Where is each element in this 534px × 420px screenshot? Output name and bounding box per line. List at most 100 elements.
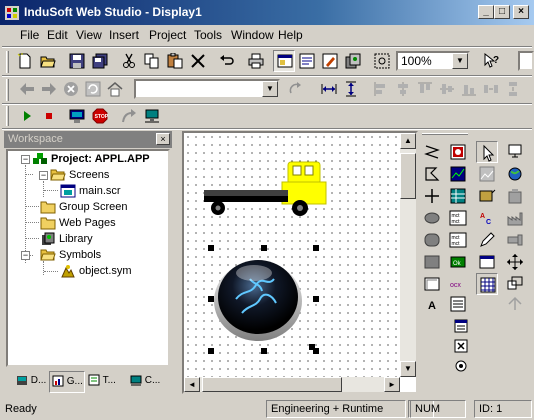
list-tool[interactable] [447,293,469,315]
close-box-tool[interactable] [450,335,472,357]
tree-item-main-scr[interactable]: main.scr [60,183,121,199]
scroll-thumb[interactable] [400,153,416,199]
spell-tool[interactable]: AC [476,207,498,229]
delete-button[interactable] [187,50,209,72]
expand-toggle-root[interactable]: − [21,155,30,164]
checkbox-tool[interactable]: mct mct [447,229,469,251]
remote-management-button[interactable] [141,105,163,127]
selection-handle[interactable] [208,348,214,354]
tab-communication[interactable]: C... [128,371,168,393]
send-to-target-button[interactable] [118,105,140,127]
linked-symbols-tool[interactable] [476,163,498,185]
menu-help[interactable]: Help [278,28,303,42]
selection-handle[interactable] [208,296,214,302]
zoom-button[interactable] [371,50,393,72]
open-button[interactable] [37,50,59,72]
tree-item-screens[interactable]: Screens [50,167,109,183]
line-tool[interactable] [421,185,443,207]
truck-symbol[interactable] [202,158,332,222]
undo-button[interactable] [216,50,238,72]
text-io-tool[interactable]: ocx [447,273,469,295]
zoom-select[interactable]: 100% ▼ [396,51,470,71]
datetime-tool[interactable] [450,315,472,337]
minimize-button[interactable]: _ [478,5,494,19]
new-button[interactable] [14,50,36,72]
scroll-right-icon[interactable]: ► [384,377,400,392]
align-left-button[interactable] [370,78,392,100]
toolbar-overflow-field[interactable] [518,51,534,71]
selection-handle[interactable] [208,245,214,251]
tree-item-object-sym[interactable]: object.sym [60,263,132,279]
home-button[interactable] [104,78,126,100]
grid-object-tool[interactable] [447,185,469,207]
pen-tool[interactable] [476,229,498,251]
selection-handle[interactable] [261,245,267,251]
selection-tool[interactable] [476,141,498,163]
align-center-button[interactable] [392,78,414,100]
scroll-thumb[interactable] [202,377,342,392]
forward-button[interactable] [38,78,60,100]
rounded-rect-tool[interactable] [421,229,443,251]
save-all-button[interactable] [89,50,111,72]
tree-item-library[interactable]: Library [40,231,93,247]
rectangle-tool[interactable] [421,251,443,273]
align-top-button[interactable] [414,78,436,100]
menu-tools[interactable]: Tools [194,28,222,42]
cut-button[interactable] [118,50,140,72]
close-button[interactable]: × [513,5,529,19]
polygon-tool[interactable] [421,163,443,185]
3d-rect-tool[interactable] [421,273,443,295]
ok-button-tool[interactable]: Ok [447,251,469,273]
stop-application-button[interactable]: STOP [89,105,111,127]
project-tree[interactable]: − Project: APPL.APP − Screens main.scr G… [6,149,170,367]
expand-toggle-symbols[interactable]: − [21,251,30,260]
same-width-button[interactable] [318,78,340,100]
tree-item-web-pages[interactable]: Web Pages [40,215,116,231]
ellipse-tool[interactable] [421,207,443,229]
dropdown-arrow-icon[interactable]: ▼ [452,53,468,69]
align-middle-button[interactable] [436,78,458,100]
dropdown-arrow-icon[interactable]: ▼ [262,81,278,97]
print-button[interactable] [245,50,267,72]
alarm-object-tool[interactable] [447,141,469,163]
save-button[interactable] [66,50,88,72]
menu-window[interactable]: Window [231,28,274,42]
trend-tool[interactable] [447,163,469,185]
object-combo[interactable]: ▼ [134,79,280,99]
menu-insert[interactable]: Insert [109,28,139,42]
scroll-left-icon[interactable]: ◄ [184,377,200,392]
menu-file[interactable]: File [20,28,39,42]
scroll-down-icon[interactable]: ▼ [400,361,416,377]
distribute-vertical-button[interactable] [502,78,524,100]
valve-tool[interactable] [504,229,526,251]
run-application-button[interactable] [66,105,88,127]
tab-graphics[interactable]: G... [49,371,85,393]
menu-edit[interactable]: Edit [47,28,68,42]
vertical-scrollbar[interactable]: ▲ ▼ [400,133,416,377]
rotate-tool[interactable] [504,293,526,315]
whats-this-help-button[interactable]: ? [480,50,502,72]
paste-button[interactable] [164,50,186,72]
draw-button[interactable] [319,50,341,72]
resize-tool[interactable] [504,273,526,295]
move-tool[interactable] [504,251,526,273]
radio-tool[interactable] [450,355,472,377]
tree-item-project[interactable]: Project: APPL.APP [32,151,150,167]
selection-handle[interactable] [313,245,319,251]
grid-tool[interactable] [476,273,498,295]
expand-toggle-screens[interactable]: − [39,171,48,180]
stop-nav-button[interactable] [60,78,82,100]
factory-tool[interactable] [504,207,526,229]
selection-handle[interactable] [261,348,267,354]
globe-tool[interactable] [504,163,526,185]
text-tool[interactable]: A [421,293,443,315]
screen-tool[interactable] [504,141,526,163]
menu-project[interactable]: Project [149,28,186,42]
maximize-button[interactable]: □ [494,5,510,19]
selection-handle[interactable] [313,296,319,302]
align-bottom-button[interactable] [458,78,480,100]
scroll-up-icon[interactable]: ▲ [400,133,416,149]
bitmap-tool[interactable] [476,185,498,207]
button-tool[interactable]: mct mct [447,207,469,229]
selection-handle[interactable] [309,344,315,350]
